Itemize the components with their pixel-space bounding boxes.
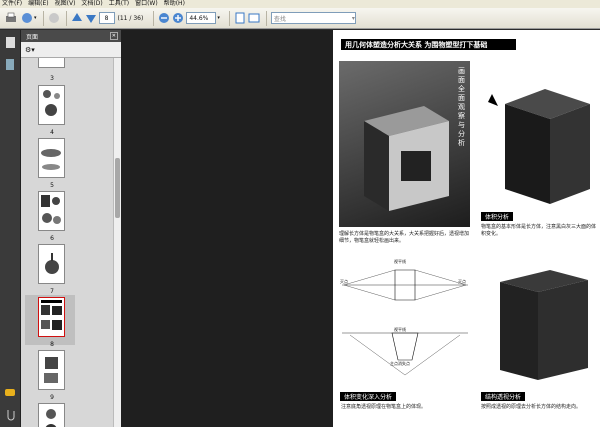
fit-width-button[interactable] — [248, 11, 260, 26]
print-button[interactable] — [4, 11, 18, 26]
thumbnail[interactable] — [38, 85, 65, 125]
toolbar-divider — [228, 10, 230, 26]
page-count: (11 / 36) — [117, 14, 144, 22]
hand-tool-icon[interactable] — [48, 11, 60, 26]
pages-panel: 页面 ✕ ⚙▾ 3 4 5 6 7 8 9 — [21, 30, 121, 427]
menu-bar: 文件(F) 编辑(E) 视图(V) 文档(D) 工具(T) 窗口(W) 帮助(H… — [0, 0, 600, 8]
thumbnail-list: 3 4 5 6 7 8 9 — [21, 58, 113, 427]
close-icon[interactable]: ✕ — [109, 32, 118, 40]
page-number-input[interactable]: 8 — [98, 12, 115, 24]
diagram-label-right: 灭点 — [458, 279, 466, 284]
zoom-dropdown-icon[interactable]: ▾ — [217, 15, 220, 21]
thumbnail[interactable] — [38, 58, 65, 68]
prev-page-button[interactable] — [71, 11, 83, 26]
diagram-label-top: 视平线 — [394, 259, 406, 264]
tag-volume-detail: 体积变化深入分析 — [340, 392, 397, 401]
menu-file[interactable]: 文件(F) — [2, 0, 22, 8]
diagram-label-bottom: 主点消失点 — [390, 361, 410, 366]
menu-view[interactable]: 视图(V) — [55, 0, 76, 8]
scrollbar-thumb[interactable] — [115, 158, 120, 218]
menu-tools[interactable]: 工具(T) — [109, 0, 129, 8]
caption-1: 理解长方体是物笔盒的大关系，大关系把握好后，透视增加细节，物笔盒就轻松画出来。 — [339, 231, 470, 244]
document-viewer — [121, 30, 333, 427]
menu-document[interactable]: 文档(D) — [81, 0, 102, 8]
next-page-button[interactable] — [85, 11, 97, 26]
thumbnail[interactable] — [38, 297, 65, 337]
page-title: 用几何体塑造分析大关系 为围物塑型打下基础 — [341, 39, 516, 50]
attachment-icon[interactable] — [5, 408, 16, 423]
caption-2: 物笔盒的基本形体是长方体，注意黑白灰三大面的体积变化。 — [481, 224, 597, 237]
toolbar-divider — [153, 10, 155, 26]
menu-edit[interactable]: 编辑(E) — [28, 0, 48, 8]
menu-help[interactable]: 帮助(H) — [164, 0, 185, 8]
toolbar: ▾ 8 (11 / 36) 44.6% ▾ 查找 ▾ — [0, 8, 600, 29]
thumbnail[interactable] — [38, 244, 65, 284]
box-photo: 画面全面观察与分析 — [339, 61, 470, 227]
search-input[interactable]: 查找 ▾ — [270, 12, 356, 24]
dark-cube-2 — [480, 262, 598, 387]
thumbnail[interactable] — [38, 191, 65, 231]
zoom-input[interactable]: 44.6% — [186, 12, 217, 24]
panel-options: ⚙▾ — [21, 42, 121, 58]
comments-icon[interactable] — [4, 388, 17, 401]
chevron-down-icon[interactable]: ▾ — [352, 15, 355, 22]
thumbnail[interactable] — [38, 403, 65, 427]
diagram-label-mid: 视平线 — [394, 327, 406, 332]
toolbar-divider — [265, 10, 267, 26]
fit-page-button[interactable] — [234, 11, 246, 26]
zoom-out-button[interactable] — [158, 11, 170, 26]
pages-icon[interactable] — [5, 36, 16, 51]
caption-4: 按照成透视的原理去分析长方体的结构走向。 — [481, 404, 582, 410]
tag-structure: 结构透视分析 — [481, 392, 526, 401]
thumbnail-scrollbar[interactable] — [113, 58, 121, 427]
perspective-diagram: 视平线 灭点 灭点 视平线 主点消失点 — [340, 259, 470, 381]
zoom-in-button[interactable] — [172, 11, 184, 26]
bookmarks-icon[interactable] — [5, 58, 16, 73]
caption-3: 注意底角透视原理在物笔盒上的体现。 — [341, 404, 427, 410]
photo-text: 画面全面观察与分析 — [458, 67, 465, 147]
toolbar-divider — [65, 10, 67, 26]
toolbar-divider — [42, 10, 44, 26]
document-page: 用几何体塑造分析大关系 为围物塑型打下基础 画面全面观察与分析 理解长方体是物笔… — [333, 30, 600, 427]
options-icon[interactable]: ⚙▾ — [25, 46, 35, 54]
thumbnail[interactable] — [38, 350, 65, 390]
panel-title: 页面 — [26, 33, 39, 41]
panel-header: 页面 ✕ — [21, 30, 121, 42]
tag-volume: 体积分析 — [481, 212, 514, 221]
navigation-strip — [0, 30, 21, 427]
menu-window[interactable]: 窗口(W) — [135, 0, 158, 8]
share-button[interactable]: ▾ — [20, 11, 37, 26]
dark-cube — [480, 84, 598, 207]
thumbnail[interactable] — [38, 138, 65, 178]
diagram-label-left: 灭点 — [340, 279, 348, 284]
